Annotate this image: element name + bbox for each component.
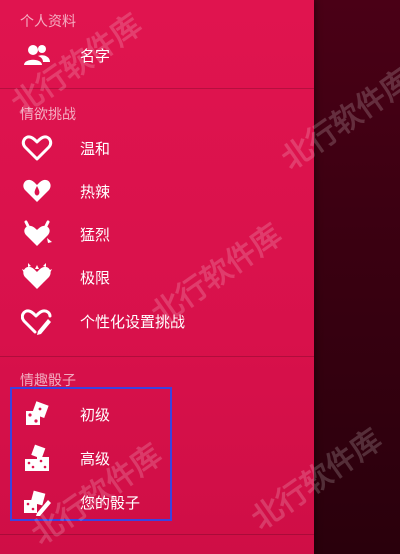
- navigation-drawer: 个人资料 名字 情欲挑战 温和 热辣 猛烈 极限 个性化设置挑战 情趣骰子 初级…: [0, 0, 314, 554]
- menu-item-label: 名字: [80, 46, 111, 65]
- menu-item-label: 热辣: [80, 182, 111, 201]
- menu-item-label: 猛烈: [80, 225, 111, 244]
- heart-drop-icon: [20, 176, 54, 206]
- menu-item-label: 温和: [80, 139, 111, 158]
- heart-flame-icon: [20, 262, 54, 292]
- menu-item-mild[interactable]: 温和: [0, 126, 314, 170]
- heart-devil-icon: [20, 219, 54, 249]
- users-icon: [20, 40, 54, 70]
- menu-item-custom-challenge[interactable]: 个性化设置挑战: [0, 299, 314, 343]
- section-title-challenges: 情欲挑战: [20, 107, 76, 123]
- divider: [0, 356, 314, 357]
- divider: [0, 88, 314, 89]
- menu-item-label: 个性化设置挑战: [80, 312, 186, 331]
- section-title-profile: 个人资料: [20, 14, 76, 30]
- menu-item-label: 极限: [80, 268, 111, 287]
- content-pane-dimmed[interactable]: [314, 0, 400, 554]
- selection-highlight-box: [10, 387, 172, 521]
- menu-item-name[interactable]: 名字: [0, 33, 314, 77]
- menu-item-hot[interactable]: 热辣: [0, 169, 314, 213]
- menu-item-intense[interactable]: 猛烈: [0, 212, 314, 256]
- menu-item-extreme[interactable]: 极限: [0, 255, 314, 299]
- heart-pencil-icon: [20, 306, 54, 336]
- divider: [0, 534, 314, 535]
- heart-outline-icon: [20, 133, 54, 163]
